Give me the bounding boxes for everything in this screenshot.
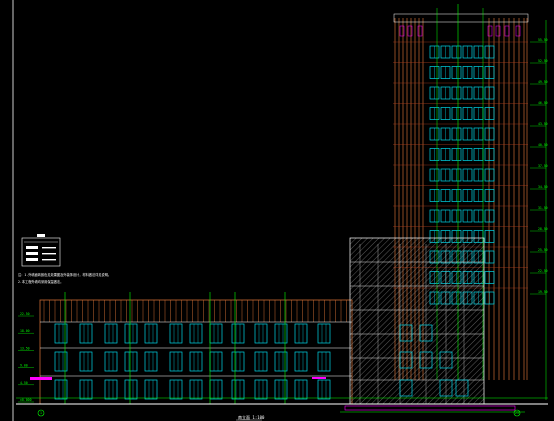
podium-window (79, 379, 93, 400)
podium-window (317, 379, 331, 400)
podium-window (209, 323, 223, 344)
tower-crown-panel (487, 25, 493, 37)
podium-window (124, 323, 138, 344)
level-label: 46.50 (538, 101, 548, 105)
level-label: 19.50 (538, 290, 548, 294)
level-label: 22.50 (20, 312, 30, 316)
section-block (349, 237, 485, 405)
level-label: 22.50 (538, 269, 548, 273)
level-label: 40.50 (538, 143, 548, 147)
podium-window (79, 323, 93, 344)
tower-crown-panel (504, 25, 510, 37)
tower-crown-panel (515, 25, 521, 37)
axis-tag-left: 1 (40, 411, 42, 415)
podium-window (169, 323, 183, 344)
tower-crown (393, 13, 529, 23)
podium-window (144, 351, 158, 372)
podium-window (169, 379, 183, 400)
podium-window (317, 351, 331, 372)
tower-crown-panel (495, 25, 501, 37)
level-label: 25.50 (538, 248, 548, 252)
podium-window (104, 351, 118, 372)
podium-window (231, 351, 245, 372)
level-label: 28.50 (538, 227, 548, 231)
drawing-title: 南立面 1:100 (238, 414, 265, 420)
podium-window (209, 379, 223, 400)
level-label: 9.00 (20, 364, 28, 368)
podium-window (294, 323, 308, 344)
tower-crown-panel (399, 25, 405, 37)
level-label: 31.50 (538, 206, 548, 210)
level-label: 43.50 (538, 122, 548, 126)
podium-marker (312, 377, 326, 379)
podium-window (124, 379, 138, 400)
level-label: 52.50 (538, 59, 548, 63)
podium-window (294, 351, 308, 372)
podium-window (144, 323, 158, 344)
podium-window (189, 323, 203, 344)
level-markers-left: 22.50 18.00 13.50 9.00 4.50 ±0.000 (18, 312, 34, 403)
level-label: 49.50 (538, 80, 548, 84)
level-label: ±0.000 (20, 398, 32, 402)
podium-window (144, 379, 158, 400)
podium-window (169, 351, 183, 372)
podium-window (231, 379, 245, 400)
podium-window (189, 351, 203, 372)
tower-crown-panel (407, 25, 413, 37)
podium-marker (30, 377, 52, 380)
level-markers-right: 55.50 52.50 49.50 46.50 43.50 40.50 37.50 34.50… (530, 38, 548, 295)
podium-window (104, 379, 118, 400)
podium-window (317, 323, 331, 344)
podium-window (79, 351, 93, 372)
level-label: 34.50 (538, 185, 548, 189)
tower-crown-panel (417, 25, 423, 37)
podium-window (294, 379, 308, 400)
podium-window (189, 379, 203, 400)
level-label: 13.50 (20, 346, 30, 350)
podium-window (254, 323, 268, 344)
podium-elevation (30, 292, 353, 405)
legend-note-1: 注：1.外墙面砖颜色见效果图及外装饰设计，材料做法详见说明。 (18, 272, 111, 277)
podium-window (209, 351, 223, 372)
podium-window (104, 323, 118, 344)
cad-elevation-drawing: 注：1.外墙面砖颜色见效果图及外装饰设计，材料做法详见说明。 2.本工程外墙均采… (12, 0, 548, 421)
podium-window (124, 351, 138, 372)
axis-tag-right: 23 (515, 411, 519, 415)
podium-window (231, 323, 245, 344)
podium-window (254, 351, 268, 372)
level-label: 4.50 (20, 381, 28, 385)
level-label: 55.50 (538, 38, 548, 42)
level-label: 37.50 (538, 164, 548, 168)
legend-note-2: 2.本工程外墙均采用保温做法。 (18, 279, 63, 284)
level-label: 18.00 (20, 329, 30, 333)
axis-bubbles (37, 409, 521, 417)
podium-window (254, 379, 268, 400)
legend-box: 注：1.外墙面砖颜色见效果图及外装饰设计，材料做法详见说明。 2.本工程外墙均采… (18, 234, 111, 284)
